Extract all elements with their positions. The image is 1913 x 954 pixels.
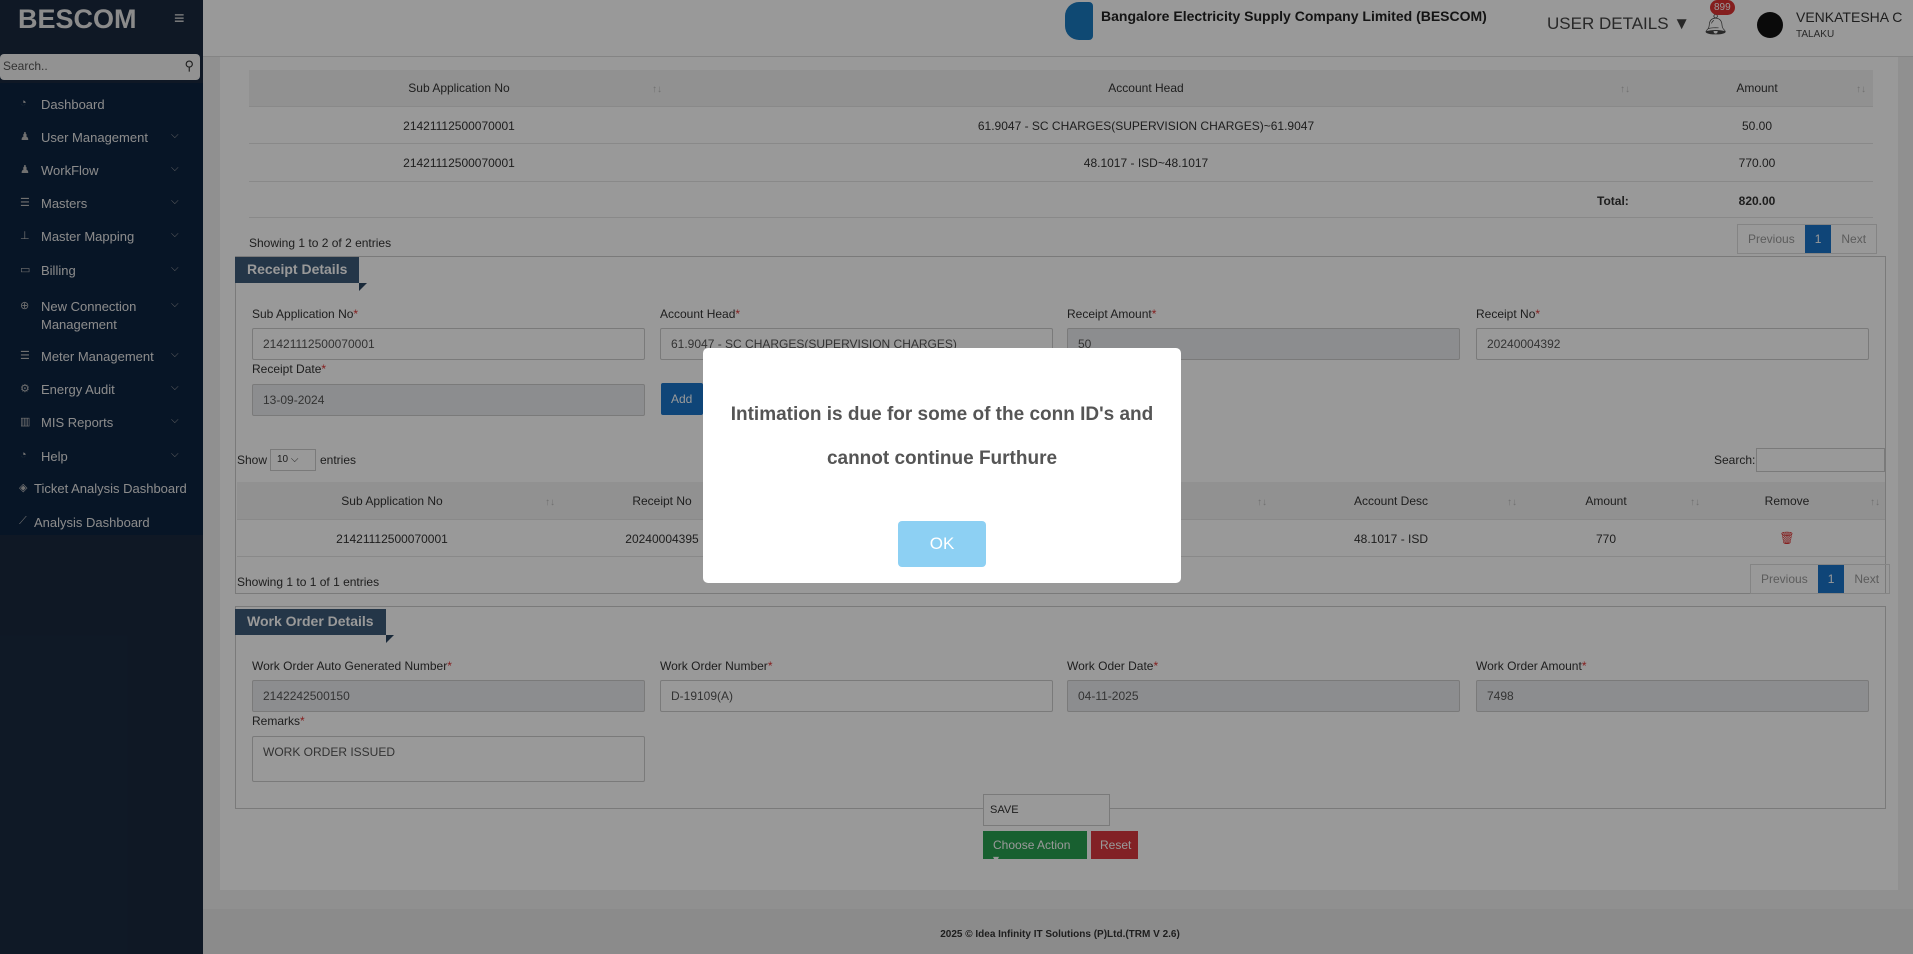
ok-button[interactable]: OK: [898, 521, 986, 567]
modal-message-line1: Intimation is due for some of the conn I…: [730, 404, 1154, 425]
modal-message-line2: cannot continue Furthure: [826, 448, 1058, 469]
alert-modal: Intimation is due for some of the conn I…: [703, 348, 1181, 583]
